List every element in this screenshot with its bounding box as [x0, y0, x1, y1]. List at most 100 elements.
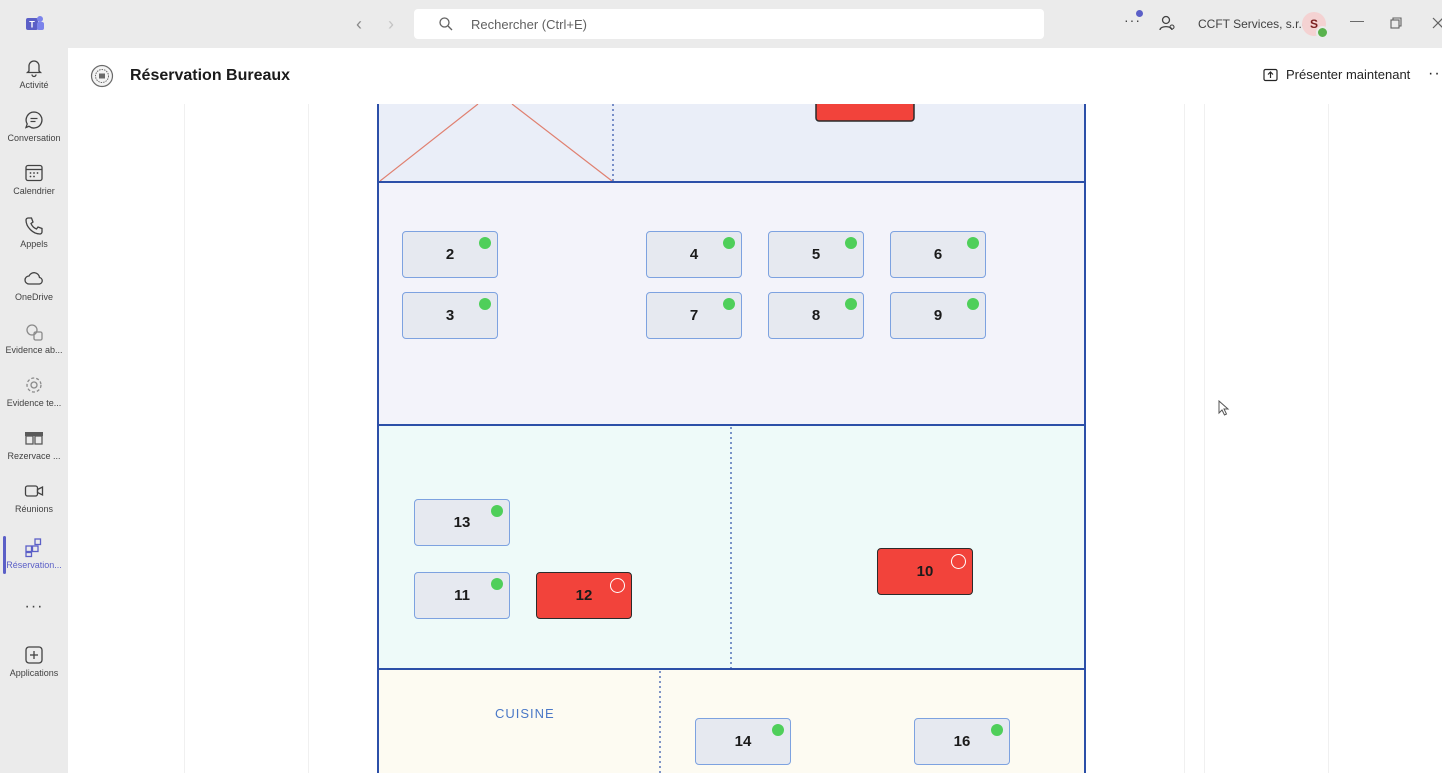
cloud-icon [24, 272, 43, 285]
available-status-icon [479, 237, 491, 249]
desk-10[interactable]: 10 [877, 548, 973, 595]
room-middle-right [731, 425, 1085, 669]
more-options-icon[interactable]: ··· [1124, 10, 1143, 28]
desk-11[interactable]: 11 [414, 572, 510, 619]
organization-name[interactable]: CCFT Services, s.r.o. [1198, 17, 1312, 31]
svg-text:T: T [29, 20, 35, 30]
present-now-button[interactable]: Présenter maintenant [1263, 67, 1410, 82]
gear-icon [26, 377, 42, 393]
rail-item-label: Réunions [14, 504, 54, 514]
desk-12[interactable]: 12 [536, 572, 632, 619]
bell-icon [25, 60, 43, 78]
rail-item-label: Calendrier [13, 186, 55, 196]
desk-5[interactable]: 5 [768, 231, 864, 278]
available-status-icon [845, 298, 857, 310]
rail-item-label: Evidence te... [6, 398, 62, 408]
rail-item-meetings[interactable]: Réunions [0, 474, 68, 526]
occupied-status-icon [610, 578, 625, 593]
rail-item-rezervace[interactable]: Rezervace ... [0, 421, 68, 473]
rail-item-label: Rezervace ... [7, 451, 61, 461]
desk-8[interactable]: 8 [768, 292, 864, 339]
available-status-icon [723, 298, 735, 310]
rail-item-activity[interactable]: Activité [0, 50, 68, 102]
phone-icon [25, 217, 43, 235]
desk-14[interactable]: 14 [695, 718, 791, 765]
available-status-icon [491, 578, 503, 590]
search-placeholder: Rechercher (Ctrl+E) [471, 17, 587, 32]
desk-6[interactable]: 6 [890, 231, 986, 278]
occupied-status-icon [951, 554, 966, 569]
rail-item-label: OneDrive [14, 292, 53, 302]
floorplan-map [377, 104, 1086, 773]
desk-number: 7 [689, 307, 699, 324]
app-header: Réservation Bureaux Présenter maintenant… [68, 48, 1442, 105]
app-rail: Activité Conversation Calendrier Appels … [0, 48, 68, 773]
desk-number: 9 [933, 307, 943, 324]
available-status-icon [491, 505, 503, 517]
desk-number: 8 [811, 307, 821, 324]
available-status-icon [772, 724, 784, 736]
rail-item-label: Applications [9, 668, 59, 678]
desk-number: 2 [445, 246, 455, 263]
forward-arrow-icon[interactable]: › [388, 14, 394, 34]
share-screen-icon [1263, 68, 1278, 82]
rail-item-label: Appels [20, 239, 48, 249]
minimize-icon[interactable]: — [1350, 12, 1364, 28]
desk-3[interactable]: 3 [402, 292, 498, 339]
notification-dot [1136, 10, 1143, 17]
calendar-icon [25, 164, 43, 182]
restore-icon[interactable] [1390, 17, 1402, 29]
table-icon [25, 432, 43, 445]
desk-number: 11 [454, 587, 470, 604]
avatar[interactable]: S [1302, 12, 1329, 39]
kitchen-label: CUISINE [495, 706, 555, 721]
rail-item-calls[interactable]: Appels [0, 209, 68, 261]
more-icon: ··· [24, 598, 44, 615]
room-middle-left [378, 425, 731, 669]
rail-item-chat[interactable]: Conversation [0, 103, 68, 155]
desk-13[interactable]: 13 [414, 499, 510, 546]
desk-9[interactable]: 9 [890, 292, 986, 339]
available-status-icon [723, 237, 735, 249]
app-seal-icon [90, 64, 114, 88]
more-options-button[interactable]: ··· [1428, 65, 1442, 83]
rail-item-evidence-ab[interactable]: Evidence ab... [0, 315, 68, 367]
rail-more-button[interactable]: ··· [0, 594, 68, 620]
search-input[interactable]: Rechercher (Ctrl+E) [414, 9, 1044, 39]
close-icon[interactable] [1432, 17, 1442, 29]
desk-16[interactable]: 16 [914, 718, 1010, 765]
rail-item-label: Réservation... [6, 560, 62, 570]
rail-item-reservation[interactable]: Réservation... [0, 530, 68, 582]
title-bar: T ‹ › Rechercher (Ctrl+E) ··· CCFT Servi… [0, 0, 1442, 48]
evidence-icon [26, 324, 43, 341]
desk-partial-occupied [815, 104, 915, 122]
available-status-icon [967, 298, 979, 310]
desk-number: 16 [953, 733, 971, 750]
rail-item-label: Evidence ab... [5, 345, 63, 355]
desk-7[interactable]: 7 [646, 292, 742, 339]
available-status-icon [845, 237, 857, 249]
video-icon [24, 485, 44, 497]
available-status-icon [967, 237, 979, 249]
mouse-cursor-icon [1218, 400, 1230, 416]
desk-4[interactable]: 4 [646, 231, 742, 278]
rail-item-applications[interactable]: Applications [0, 638, 68, 690]
available-status-icon [479, 298, 491, 310]
rail-item-evidence-te[interactable]: Evidence te... [0, 368, 68, 420]
desk-number: 10 [916, 563, 934, 580]
desk-2[interactable]: 2 [402, 231, 498, 278]
rail-item-label: Activité [19, 80, 49, 90]
rail-item-onedrive[interactable]: OneDrive [0, 262, 68, 314]
rail-item-label: Conversation [7, 133, 61, 143]
rail-item-calendar[interactable]: Calendrier [0, 156, 68, 208]
teams-logo-icon[interactable]: T [24, 13, 46, 35]
desk-number: 3 [445, 307, 455, 324]
desk-number: 12 [575, 587, 593, 604]
search-icon [439, 17, 453, 31]
desk-number: 4 [689, 246, 699, 263]
back-arrow-icon[interactable]: ‹ [356, 14, 362, 34]
presence-available-icon [1316, 26, 1329, 39]
people-settings-icon[interactable] [1158, 14, 1176, 32]
floorplan-view: 2 3 4 5 6 7 8 9 13 11 12 10 CUISINE 14 1… [68, 104, 1442, 773]
desk-number: 13 [453, 514, 471, 531]
